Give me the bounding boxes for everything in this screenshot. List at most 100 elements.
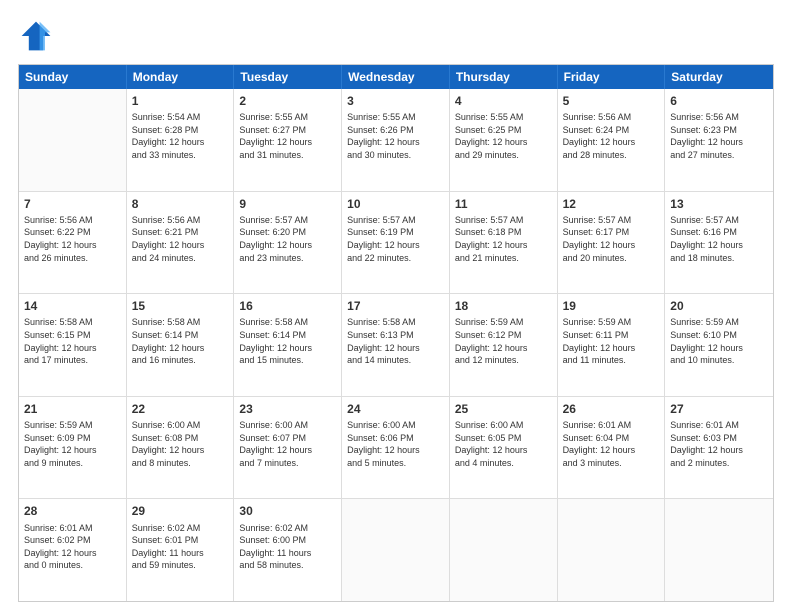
- day-number: 29: [132, 503, 229, 519]
- day-number: 26: [563, 401, 660, 417]
- day-number: 16: [239, 298, 336, 314]
- day-cell-13: 13 Sunrise: 5:57 AM Sunset: 6:16 PM Dayli…: [665, 192, 773, 294]
- day-number: 28: [24, 503, 121, 519]
- day-cell-4: 4 Sunrise: 5:55 AM Sunset: 6:25 PM Daylig…: [450, 89, 558, 191]
- day-number: 24: [347, 401, 444, 417]
- day-cell-26: 26 Sunrise: 6:01 AM Sunset: 6:04 PM Dayli…: [558, 397, 666, 499]
- day-info: Sunrise: 5:57 AM Sunset: 6:19 PM Dayligh…: [347, 214, 444, 264]
- day-cell-12: 12 Sunrise: 5:57 AM Sunset: 6:17 PM Dayli…: [558, 192, 666, 294]
- day-cell-10: 10 Sunrise: 5:57 AM Sunset: 6:19 PM Dayli…: [342, 192, 450, 294]
- calendar-body: 1 Sunrise: 5:54 AM Sunset: 6:28 PM Daylig…: [19, 89, 773, 601]
- day-number: 25: [455, 401, 552, 417]
- day-number: 19: [563, 298, 660, 314]
- day-cell-2: 2 Sunrise: 5:55 AM Sunset: 6:27 PM Daylig…: [234, 89, 342, 191]
- day-cell-21: 21 Sunrise: 5:59 AM Sunset: 6:09 PM Dayli…: [19, 397, 127, 499]
- day-cell-25: 25 Sunrise: 6:00 AM Sunset: 6:05 PM Dayli…: [450, 397, 558, 499]
- day-info: Sunrise: 5:56 AM Sunset: 6:22 PM Dayligh…: [24, 214, 121, 264]
- day-number: 13: [670, 196, 768, 212]
- day-info: Sunrise: 5:56 AM Sunset: 6:21 PM Dayligh…: [132, 214, 229, 264]
- empty-cell: [665, 499, 773, 601]
- day-cell-20: 20 Sunrise: 5:59 AM Sunset: 6:10 PM Dayli…: [665, 294, 773, 396]
- day-number: 8: [132, 196, 229, 212]
- day-info: Sunrise: 5:57 AM Sunset: 6:18 PM Dayligh…: [455, 214, 552, 264]
- day-number: 23: [239, 401, 336, 417]
- weekday-header-tuesday: Tuesday: [234, 65, 342, 89]
- day-number: 12: [563, 196, 660, 212]
- day-cell-19: 19 Sunrise: 5:59 AM Sunset: 6:11 PM Dayli…: [558, 294, 666, 396]
- day-cell-6: 6Sunrise: 5:56 AM Sunset: 6:23 PM Daylig…: [665, 89, 773, 191]
- calendar-row-5: 28 Sunrise: 6:01 AM Sunset: 6:02 PM Dayli…: [19, 498, 773, 601]
- day-cell-27: 27Sunrise: 6:01 AM Sunset: 6:03 PM Dayli…: [665, 397, 773, 499]
- day-info: Sunrise: 5:55 AM Sunset: 6:27 PM Dayligh…: [239, 111, 336, 161]
- day-cell-15: 15 Sunrise: 5:58 AM Sunset: 6:14 PM Dayli…: [127, 294, 235, 396]
- day-number: 18: [455, 298, 552, 314]
- day-number: 10: [347, 196, 444, 212]
- day-info: Sunrise: 5:57 AM Sunset: 6:16 PM Dayligh…: [670, 214, 768, 264]
- day-cell-8: 8 Sunrise: 5:56 AM Sunset: 6:21 PM Daylig…: [127, 192, 235, 294]
- day-info: Sunrise: 6:02 AM Sunset: 6:00 PM Dayligh…: [239, 522, 336, 572]
- day-number: 14: [24, 298, 121, 314]
- day-info: Sunrise: 5:59 AM Sunset: 6:10 PM Dayligh…: [670, 316, 768, 366]
- day-number: 15: [132, 298, 229, 314]
- day-number: 9: [239, 196, 336, 212]
- day-info: Sunrise: 6:00 AM Sunset: 6:05 PM Dayligh…: [455, 419, 552, 469]
- day-cell-9: 9 Sunrise: 5:57 AM Sunset: 6:20 PM Daylig…: [234, 192, 342, 294]
- day-info: Sunrise: 6:01 AM Sunset: 6:02 PM Dayligh…: [24, 522, 121, 572]
- logo-icon: [18, 18, 54, 54]
- day-number: 3: [347, 93, 444, 109]
- day-info: Sunrise: 5:57 AM Sunset: 6:20 PM Dayligh…: [239, 214, 336, 264]
- calendar-row-2: 7 Sunrise: 5:56 AM Sunset: 6:22 PM Daylig…: [19, 191, 773, 294]
- day-number: 30: [239, 503, 336, 519]
- day-info: Sunrise: 5:58 AM Sunset: 6:14 PM Dayligh…: [239, 316, 336, 366]
- day-info: Sunrise: 5:59 AM Sunset: 6:09 PM Dayligh…: [24, 419, 121, 469]
- day-cell-22: 22Sunrise: 6:00 AM Sunset: 6:08 PM Dayli…: [127, 397, 235, 499]
- day-info: Sunrise: 6:00 AM Sunset: 6:07 PM Dayligh…: [239, 419, 336, 469]
- weekday-header-sunday: Sunday: [19, 65, 127, 89]
- day-cell-29: 29Sunrise: 6:02 AM Sunset: 6:01 PM Dayli…: [127, 499, 235, 601]
- day-cell-23: 23 Sunrise: 6:00 AM Sunset: 6:07 PM Dayli…: [234, 397, 342, 499]
- weekday-header-monday: Monday: [127, 65, 235, 89]
- day-info: Sunrise: 6:00 AM Sunset: 6:06 PM Dayligh…: [347, 419, 444, 469]
- day-cell-1: 1 Sunrise: 5:54 AM Sunset: 6:28 PM Daylig…: [127, 89, 235, 191]
- header: [18, 18, 774, 54]
- day-cell-5: 5 Sunrise: 5:56 AM Sunset: 6:24 PM Daylig…: [558, 89, 666, 191]
- day-info: Sunrise: 5:55 AM Sunset: 6:26 PM Dayligh…: [347, 111, 444, 161]
- day-number: 6: [670, 93, 768, 109]
- weekday-header-thursday: Thursday: [450, 65, 558, 89]
- day-info: Sunrise: 5:57 AM Sunset: 6:17 PM Dayligh…: [563, 214, 660, 264]
- day-cell-16: 16 Sunrise: 5:58 AM Sunset: 6:14 PM Dayli…: [234, 294, 342, 396]
- empty-cell: [342, 499, 450, 601]
- day-cell-11: 11 Sunrise: 5:57 AM Sunset: 6:18 PM Dayli…: [450, 192, 558, 294]
- day-number: 11: [455, 196, 552, 212]
- calendar-row-4: 21 Sunrise: 5:59 AM Sunset: 6:09 PM Dayli…: [19, 396, 773, 499]
- day-number: 20: [670, 298, 768, 314]
- day-number: 2: [239, 93, 336, 109]
- day-info: Sunrise: 6:01 AM Sunset: 6:03 PM Dayligh…: [670, 419, 768, 469]
- day-info: Sunrise: 5:55 AM Sunset: 6:25 PM Dayligh…: [455, 111, 552, 161]
- day-cell-18: 18Sunrise: 5:59 AM Sunset: 6:12 PM Dayli…: [450, 294, 558, 396]
- day-info: Sunrise: 5:58 AM Sunset: 6:13 PM Dayligh…: [347, 316, 444, 366]
- day-number: 5: [563, 93, 660, 109]
- day-number: 4: [455, 93, 552, 109]
- day-number: 22: [132, 401, 229, 417]
- day-cell-3: 3 Sunrise: 5:55 AM Sunset: 6:26 PM Daylig…: [342, 89, 450, 191]
- day-cell-17: 17Sunrise: 5:58 AM Sunset: 6:13 PM Dayli…: [342, 294, 450, 396]
- day-info: Sunrise: 5:54 AM Sunset: 6:28 PM Dayligh…: [132, 111, 229, 161]
- weekday-header-wednesday: Wednesday: [342, 65, 450, 89]
- empty-cell: [19, 89, 127, 191]
- day-info: Sunrise: 5:59 AM Sunset: 6:11 PM Dayligh…: [563, 316, 660, 366]
- day-info: Sunrise: 5:58 AM Sunset: 6:14 PM Dayligh…: [132, 316, 229, 366]
- page: SundayMondayTuesdayWednesdayThursdayFrid…: [0, 0, 792, 612]
- day-info: Sunrise: 5:56 AM Sunset: 6:24 PM Dayligh…: [563, 111, 660, 161]
- logo: [18, 18, 58, 54]
- day-cell-24: 24 Sunrise: 6:00 AM Sunset: 6:06 PM Dayli…: [342, 397, 450, 499]
- calendar: SundayMondayTuesdayWednesdayThursdayFrid…: [18, 64, 774, 602]
- day-number: 21: [24, 401, 121, 417]
- calendar-row-3: 14Sunrise: 5:58 AM Sunset: 6:15 PM Dayli…: [19, 293, 773, 396]
- day-number: 1: [132, 93, 229, 109]
- weekday-header-saturday: Saturday: [665, 65, 773, 89]
- calendar-header: SundayMondayTuesdayWednesdayThursdayFrid…: [19, 65, 773, 89]
- day-cell-30: 30 Sunrise: 6:02 AM Sunset: 6:00 PM Dayli…: [234, 499, 342, 601]
- day-info: Sunrise: 6:01 AM Sunset: 6:04 PM Dayligh…: [563, 419, 660, 469]
- day-number: 7: [24, 196, 121, 212]
